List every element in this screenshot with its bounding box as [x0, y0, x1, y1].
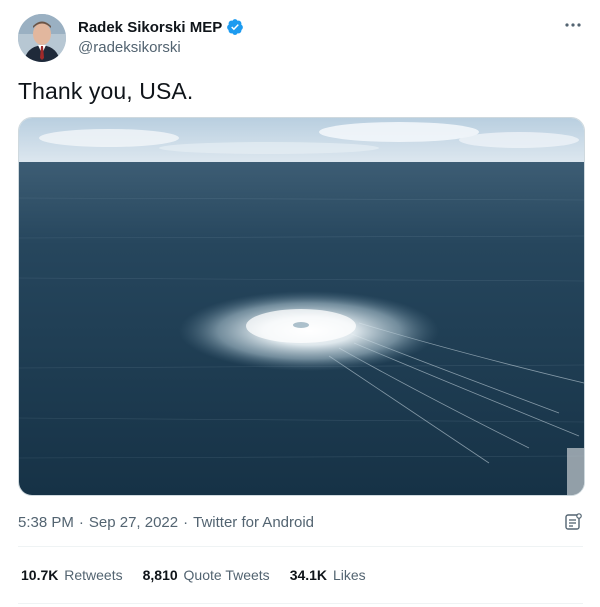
- author-handle[interactable]: @radeksikorski: [78, 39, 181, 56]
- tweet-text: Thank you, USA.: [18, 78, 194, 104]
- author-display-name[interactable]: Radek Sikorski MEP: [78, 19, 222, 36]
- quote-tweets-label: Quote Tweets: [183, 567, 270, 583]
- divider: [18, 546, 583, 547]
- tweet-photo[interactable]: [18, 117, 585, 496]
- retweets-stat[interactable]: 10.7K Retweets: [21, 567, 123, 583]
- more-horizontal-icon[interactable]: [563, 17, 583, 33]
- tweet-metadata: 5:38 PM · Sep 27, 2022 · Twitter for And…: [18, 514, 314, 531]
- quote-tweets-count: 8,810: [142, 567, 178, 583]
- retweets-count: 10.7K: [21, 567, 59, 583]
- verified-badge-icon: [227, 19, 244, 35]
- tweet-stats: 10.7K Retweets 8,810 Quote Tweets 34.1K …: [21, 567, 386, 583]
- tweet-time[interactable]: 5:38 PM: [18, 514, 74, 531]
- likes-count: 34.1K: [289, 567, 328, 583]
- meta-separator: ·: [183, 514, 189, 531]
- author-avatar[interactable]: [18, 14, 66, 62]
- divider: [18, 603, 583, 604]
- likes-label: Likes: [332, 567, 366, 583]
- tweet-date[interactable]: Sep 27, 2022: [89, 514, 178, 531]
- ocean-gas-leak-photo: [19, 118, 584, 495]
- quote-tweets-stat[interactable]: 8,810 Quote Tweets: [143, 567, 270, 583]
- author-name-row[interactable]: Radek Sikorski MEP: [78, 18, 244, 36]
- retweets-label: Retweets: [64, 567, 123, 583]
- meta-separator: ·: [78, 514, 84, 531]
- likes-stat[interactable]: 34.1K Likes: [290, 567, 366, 583]
- tweet-source[interactable]: Twitter for Android: [193, 514, 314, 531]
- tweet-analytics-icon[interactable]: [564, 513, 582, 531]
